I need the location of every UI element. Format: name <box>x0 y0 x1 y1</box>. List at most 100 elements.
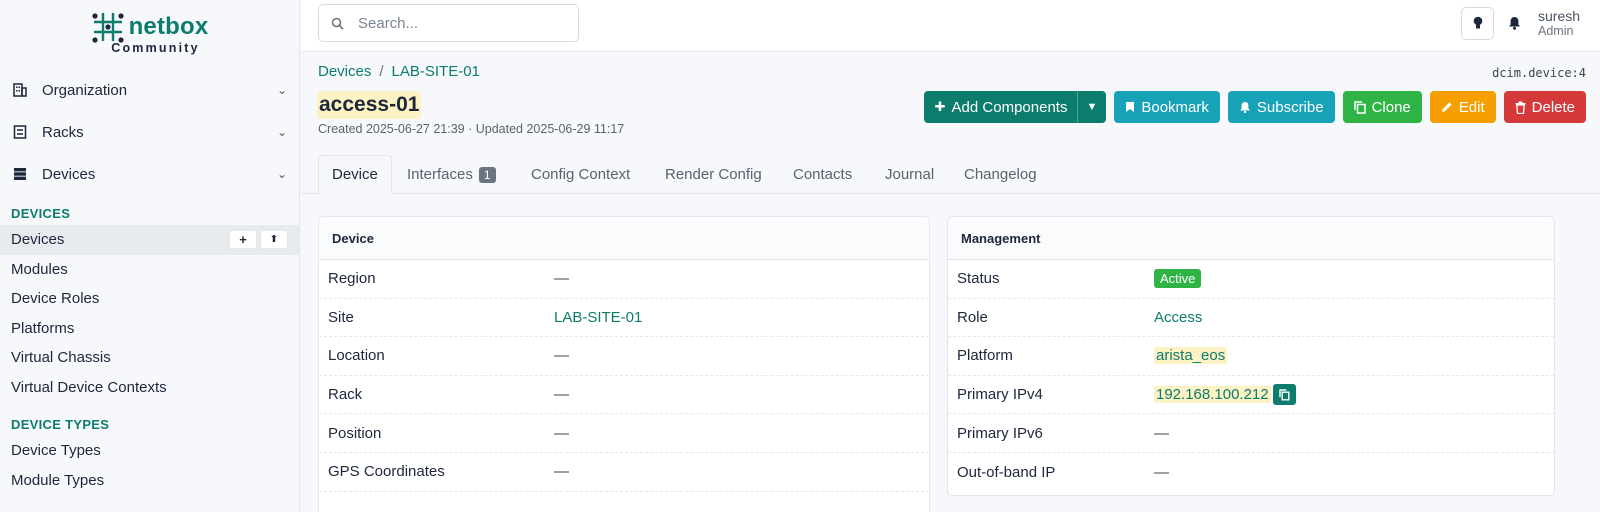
attr-label: GPS Coordinates <box>328 463 445 481</box>
tab-changelog[interactable]: Changelog <box>964 155 1037 194</box>
tab-label: Render Config <box>665 166 762 183</box>
clone-label: Clone <box>1371 98 1411 116</box>
subscribe-label: Subscribe <box>1256 98 1324 116</box>
table-row: GPS Coordinates — <box>319 453 929 492</box>
tab-render-config[interactable]: Render Config <box>665 155 762 194</box>
table-row: Site LAB-SITE-01 <box>319 299 929 338</box>
breadcrumb: Devices / LAB-SITE-01 <box>318 63 480 80</box>
action-buttons: ✚ Add Components ▼ Bookmark Subscribe Cl… <box>923 91 1586 123</box>
bookmark-icon <box>1126 102 1135 112</box>
bell-icon <box>1509 17 1520 30</box>
bell-plus-icon <box>1239 102 1250 113</box>
tab-contacts[interactable]: Contacts <box>793 155 852 194</box>
rack-icon <box>12 124 28 140</box>
attr-label: Out-of-band IP <box>957 463 1056 481</box>
table-row: Status Active <box>948 260 1554 299</box>
attr-value: — <box>554 347 569 365</box>
chevron-down-icon[interactable]: ▼ <box>1077 91 1106 123</box>
sidebar-item-module-types[interactable]: Module Types <box>0 466 299 496</box>
tab-interfaces[interactable]: Interfaces 1 <box>407 155 496 194</box>
tab-label: Journal <box>885 166 935 183</box>
table-row: Location — <box>319 337 929 376</box>
brand-edition: Community <box>111 40 200 55</box>
bookmark-button[interactable]: Bookmark <box>1114 91 1220 123</box>
notifications-button[interactable] <box>1508 16 1521 30</box>
tips-button[interactable] <box>1461 6 1494 40</box>
sidebar-item-device-roles[interactable]: Device Roles <box>0 284 299 314</box>
role-link[interactable]: Access <box>1154 309 1202 326</box>
attr-value: — <box>554 386 569 404</box>
nav-section-title: DEVICE TYPES <box>11 417 110 432</box>
nav-group-label: Devices <box>42 165 96 183</box>
nav-group-organization[interactable]: Organization ⌄ <box>0 69 299 111</box>
interfaces-count-badge: 1 <box>478 166 496 183</box>
sidebar-item-platforms[interactable]: Platforms <box>0 314 299 344</box>
pencil-icon <box>1441 102 1452 112</box>
site-link[interactable]: LAB-SITE-01 <box>554 309 642 326</box>
created-updated-dates: Created 2025-06-27 21:39 · Updated 2025-… <box>318 122 625 136</box>
subscribe-button[interactable]: Subscribe <box>1227 91 1335 123</box>
sidebar-item-label: Platforms <box>11 319 75 337</box>
attr-label: Position <box>328 424 382 442</box>
sidebar-item-virtual-chassis[interactable]: Virtual Chassis <box>0 343 299 373</box>
tab-label: Changelog <box>964 166 1037 183</box>
delete-label: Delete <box>1531 98 1575 116</box>
status-badge: Active <box>1154 269 1202 289</box>
sidebar-item-virtual-device-contexts[interactable]: Virtual Device Contexts <box>0 373 299 403</box>
delete-button[interactable]: Delete <box>1503 91 1586 123</box>
attr-label: Role <box>957 308 988 326</box>
copy-ip-button[interactable] <box>1272 384 1296 406</box>
nav-group-racks[interactable]: Racks ⌄ <box>0 111 299 153</box>
sidebar-item-label: Virtual Device Contexts <box>11 378 167 396</box>
sidebar-item-label: Device Roles <box>11 290 100 308</box>
add-components-button[interactable]: ✚ Add Components ▼ <box>923 91 1107 123</box>
table-row: Platform arista_eos <box>948 337 1554 376</box>
add-device-button[interactable]: + <box>229 230 257 250</box>
user-menu[interactable]: suresh Admin <box>1538 8 1588 38</box>
object-identifier: dcim.device:4 <box>1492 66 1586 80</box>
nav-group-devices[interactable]: Devices ⌄ <box>0 153 299 195</box>
table-row: Primary IPv6 — <box>948 414 1554 453</box>
sidebar-item-devices[interactable]: Devices + ⬆ <box>0 225 299 255</box>
sidebar-item-device-types[interactable]: Device Types <box>0 436 299 466</box>
search-input[interactable]: Search... <box>318 4 579 42</box>
tab-journal[interactable]: Journal <box>885 155 934 194</box>
edit-button[interactable]: Edit <box>1429 91 1496 123</box>
attr-value: — <box>554 270 569 288</box>
tab-bar: Device Interfaces 1 Config Context Render… <box>301 155 1600 194</box>
table-row: Out-of-band IP — <box>948 453 1554 492</box>
brand-name: netbox <box>128 12 209 40</box>
tab-label: Config Context <box>531 166 631 183</box>
edit-label: Edit <box>1458 98 1485 116</box>
import-devices-button[interactable]: ⬆ <box>260 230 288 250</box>
nav-section-title: DEVICES <box>11 206 71 221</box>
attr-label: Rack <box>328 386 363 404</box>
attr-value: — <box>1154 424 1169 442</box>
search-icon <box>331 17 344 30</box>
bookmark-label: Bookmark <box>1141 98 1209 116</box>
user-name: suresh <box>1538 8 1581 24</box>
sidebar-item-modules[interactable]: Modules <box>0 255 299 285</box>
sidebar-item-label: Virtual Chassis <box>11 349 111 367</box>
logo[interactable]: netbox Community <box>0 0 299 62</box>
chevron-down-icon: ⌄ <box>276 83 287 97</box>
tab-label: Interfaces <box>407 166 473 183</box>
breadcrumb-link[interactable]: Devices <box>318 63 371 80</box>
tab-device[interactable]: Device <box>318 155 392 194</box>
platform-link[interactable]: arista_eos <box>1154 347 1228 365</box>
tab-label: Device <box>332 166 378 183</box>
sidebar-item-label: Devices <box>11 231 65 249</box>
card-title: Device <box>319 217 929 260</box>
primary-ipv4-link[interactable]: 192.168.100.212 <box>1154 386 1271 404</box>
tab-config-context[interactable]: Config Context <box>531 155 630 194</box>
breadcrumb-link[interactable]: LAB-SITE-01 <box>392 63 480 80</box>
lightbulb-icon <box>1473 16 1482 29</box>
table-row: Rack — <box>319 376 929 415</box>
device-card: Device Region — Site LAB-SITE-01 Location —… <box>318 216 930 512</box>
topbar: Search... suresh Admin <box>301 0 1600 52</box>
clone-button[interactable]: Clone <box>1342 91 1422 123</box>
netbox-logo-icon <box>91 12 124 43</box>
attr-label: Site <box>328 308 354 326</box>
user-role: Admin <box>1538 24 1574 38</box>
sidebar-item-label: Modules <box>11 260 68 278</box>
